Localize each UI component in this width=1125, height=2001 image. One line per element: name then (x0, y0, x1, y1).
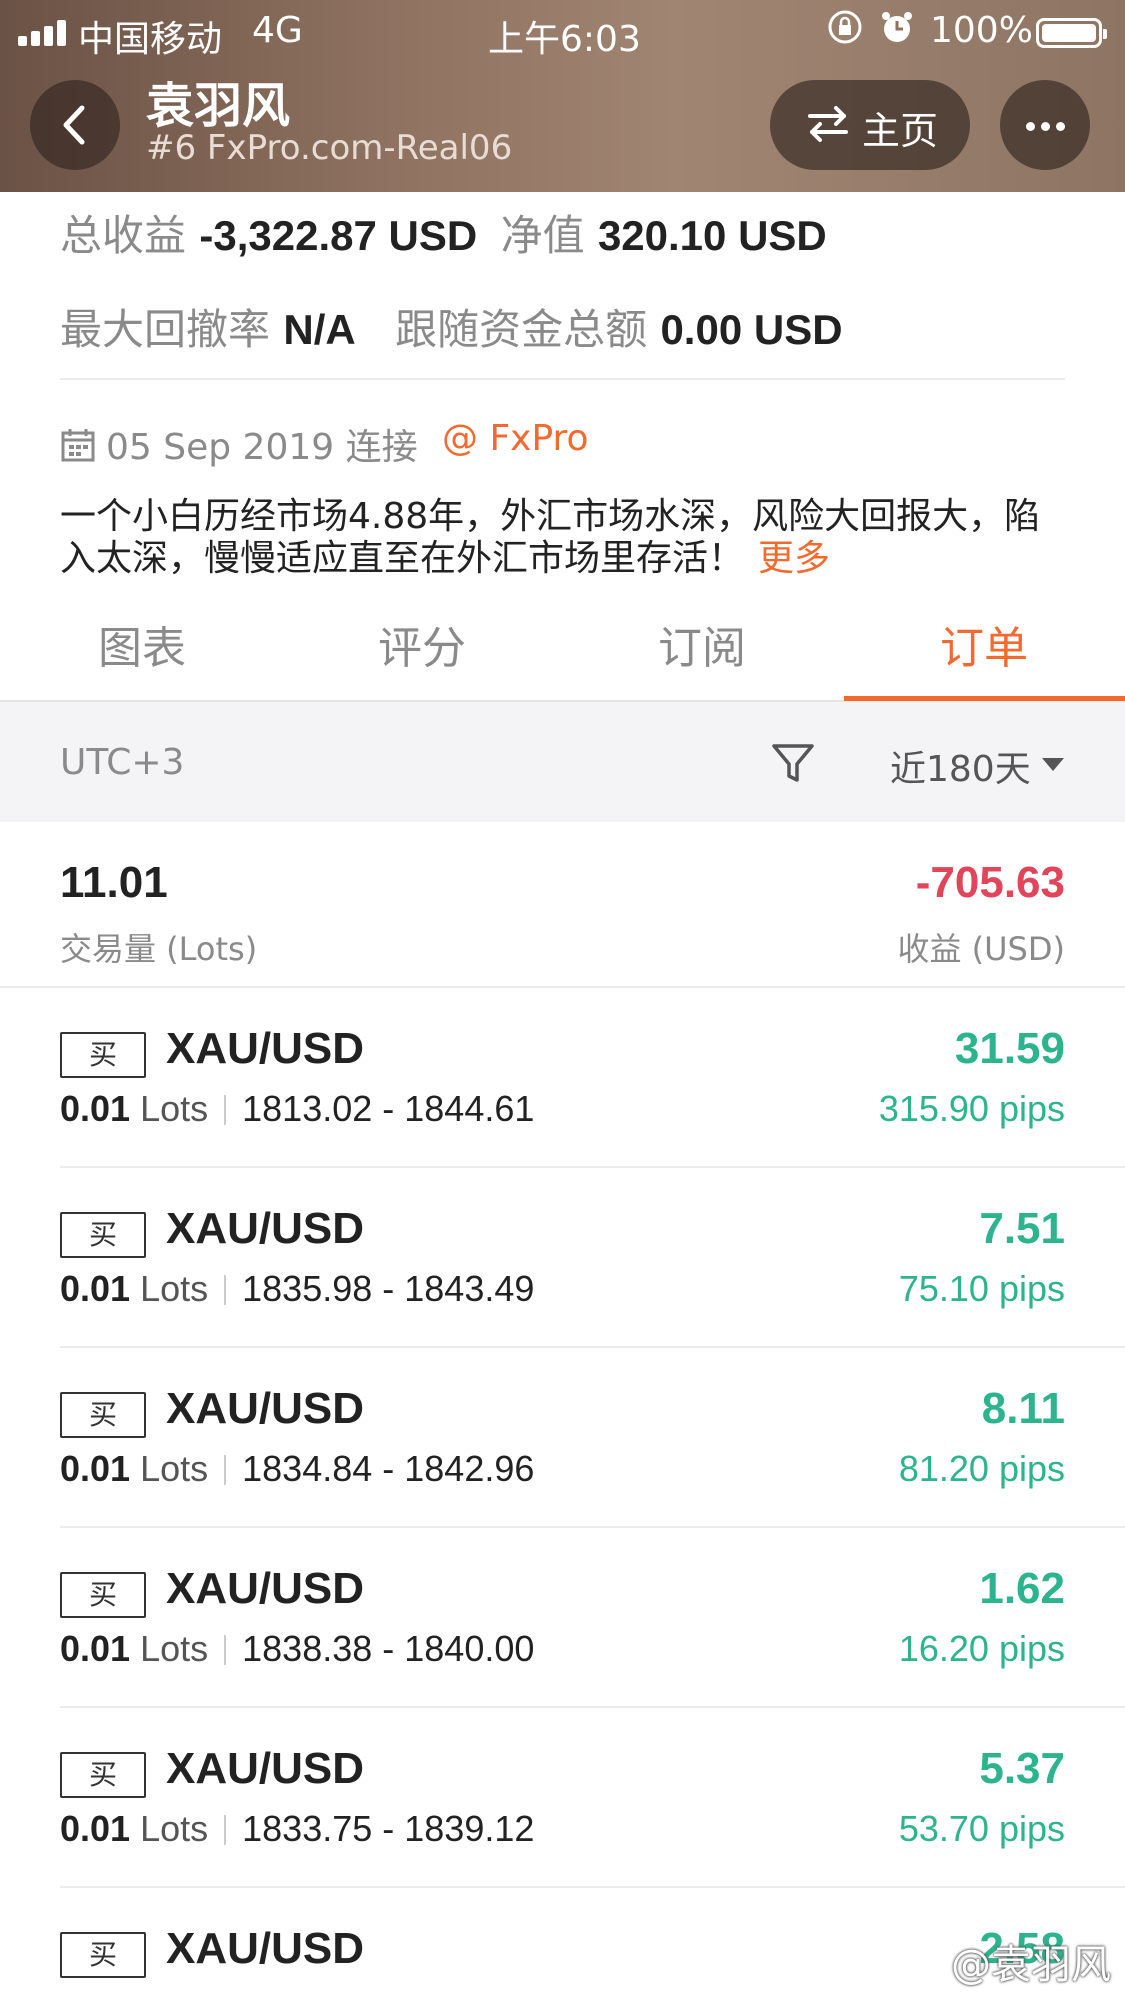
equity-value: 320.10 USD (597, 212, 827, 259)
price-range: 1835.98 - 1843.49 (242, 1268, 535, 1309)
period-select[interactable]: 近180天 (890, 740, 1031, 792)
order-lots: 0.01 (60, 1448, 131, 1489)
more-options-button[interactable] (1000, 80, 1090, 170)
battery-icon (1036, 18, 1107, 48)
header: 中国移动 4G 上午6:03 100% 袁羽风 #6 FxPro.com-Rea… (0, 0, 1125, 192)
order-symbol: XAU/USD (166, 1564, 365, 1613)
order-symbol: XAU/USD (166, 1204, 365, 1253)
calendar-icon (61, 429, 95, 462)
buy-badge: 买 (60, 1392, 146, 1438)
account-subtitle: #6 FxPro.com-Real06 (146, 128, 513, 168)
follower-funds-value: 0.00 USD (660, 306, 843, 353)
signal-icon (18, 20, 72, 46)
stats-row-2: 最大回撤率 N/A 跟随资金总额 0.00 USD (60, 296, 843, 357)
lots-unit: Lots (140, 1628, 209, 1669)
order-symbol: XAU/USD (166, 1924, 365, 1973)
order-row[interactable]: 买 XAU/USD 0.01 Lots 1838.38 - 1840.00 1.6… (0, 1528, 1125, 1708)
order-pips: 53.70 pips (898, 1808, 1065, 1849)
order-row[interactable]: 买 XAU/USD 0.01 Lots 1813.02 - 1844.61 31.… (0, 988, 1125, 1168)
connected-date-text: 05 Sep 2019 连接 (106, 427, 418, 468)
broker-link[interactable]: @ FxPro (442, 418, 589, 459)
battery-percent: 100% (930, 10, 1033, 51)
home-button-label: 主页 (862, 109, 939, 153)
tab-rating[interactable]: 评分 (322, 612, 522, 676)
connected-date: 05 Sep 2019 连接 (60, 418, 418, 470)
order-profit: 5.37 (979, 1744, 1065, 1793)
network-label: 4G (252, 10, 303, 51)
buy-badge: 买 (60, 1212, 146, 1258)
tab-chart[interactable]: 图表 (42, 612, 242, 676)
order-row[interactable]: 买 XAU/USD 0.01 Lots 1834.84 - 1842.96 8.1… (0, 1348, 1125, 1528)
order-profit: 8.11 (981, 1384, 1065, 1433)
trader-description: 一个小白历经市场4.88年，外汇市场水深，风险大回报大，陷入太深，慢慢适应直至在… (60, 496, 1070, 580)
max-drawdown-label: 最大回撤率 (60, 305, 271, 354)
tab-orders[interactable]: 订单 (884, 612, 1084, 676)
order-details: 0.01 Lots 1835.98 - 1843.49 (60, 1268, 534, 1310)
order-pips: 75.10 pips (898, 1268, 1065, 1309)
total-profit-label: 总收益 (60, 211, 187, 260)
buy-badge: 买 (60, 1032, 146, 1078)
order-lots: 0.01 (60, 1088, 131, 1129)
buy-badge: 买 (60, 1752, 146, 1798)
order-profit: 7.51 (979, 1204, 1065, 1253)
tab-subscription[interactable]: 订阅 (602, 612, 802, 676)
follower-funds-label: 跟随资金总额 (395, 305, 648, 354)
clock: 上午6:03 (488, 19, 641, 60)
profit-summary-label: 收益 (USD) (897, 930, 1065, 968)
chevron-down-icon[interactable] (1042, 758, 1064, 771)
order-row[interactable]: 买 XAU/USD 0.01 Lots 1835.98 - 1843.49 7.5… (0, 1168, 1125, 1348)
order-details: 0.01 Lots 1813.02 - 1844.61 (60, 1088, 534, 1130)
rotation-lock-icon (826, 8, 864, 55)
buy-badge: 买 (60, 1932, 146, 1978)
price-range: 1833.75 - 1839.12 (242, 1808, 535, 1849)
more-icon (1026, 122, 1035, 131)
alarm-icon (878, 8, 916, 55)
more-link[interactable]: 更多 (758, 538, 830, 579)
active-tab-indicator (844, 696, 1125, 701)
order-profit: 31.59 (954, 1024, 1065, 1073)
chevron-left-icon (63, 105, 85, 145)
carrier-label: 中国移动 (78, 19, 223, 60)
order-profit: 1.62 (979, 1564, 1065, 1613)
order-pips: 16.20 pips (898, 1628, 1065, 1669)
order-row[interactable]: 买 XAU/USD 0.01 Lots 1833.75 - 1839.12 5.3… (0, 1708, 1125, 1888)
divider (60, 378, 1065, 380)
total-lots-value: 11.01 (60, 858, 168, 907)
total-profit-value: -3,322.87 USD (199, 212, 478, 259)
order-pips: 315.90 pips (878, 1088, 1065, 1129)
buy-badge: 买 (60, 1572, 146, 1618)
home-button[interactable]: 主页 (770, 80, 970, 170)
stats-row-1: 总收益 -3,322.87 USD 净值 320.10 USD (60, 202, 827, 263)
equity-label: 净值 (500, 211, 585, 260)
total-lots-label: 交易量 (Lots) (60, 930, 258, 968)
back-button[interactable] (30, 80, 120, 170)
lots-unit: Lots (140, 1808, 209, 1849)
max-drawdown-value: N/A (283, 306, 356, 353)
watermark: @袁羽风 (951, 1942, 1111, 1988)
order-symbol: XAU/USD (166, 1384, 365, 1433)
order-pips: 81.20 pips (898, 1448, 1065, 1489)
swap-icon (808, 106, 848, 142)
filter-bar: UTC+3 近180天 (0, 702, 1125, 822)
order-symbol: XAU/USD (166, 1024, 365, 1073)
lots-unit: Lots (140, 1088, 209, 1129)
order-details: 0.01 Lots 1833.75 - 1839.12 (60, 1808, 534, 1850)
status-bar: 中国移动 4G 上午6:03 100% (0, 0, 1125, 62)
filter-icon[interactable] (770, 740, 816, 786)
total-profit-summary: -705.63 (915, 858, 1065, 907)
order-details: 0.01 Lots 1838.38 - 1840.00 (60, 1628, 534, 1670)
lots-unit: Lots (140, 1268, 209, 1309)
price-range: 1813.02 - 1844.61 (242, 1088, 535, 1129)
order-lots: 0.01 (60, 1268, 131, 1309)
order-lots: 0.01 (60, 1628, 131, 1669)
description-text: 一个小白历经市场4.88年，外汇市场水深，风险大回报大，陷入太深，慢慢适应直至在… (60, 496, 1041, 579)
order-symbol: XAU/USD (166, 1744, 365, 1793)
price-range: 1838.38 - 1840.00 (242, 1628, 535, 1669)
timezone-label: UTC+3 (60, 742, 185, 783)
order-details: 0.01 Lots 1834.84 - 1842.96 (60, 1448, 534, 1490)
price-range: 1834.84 - 1842.96 (242, 1448, 535, 1489)
page-title: 袁羽风 (146, 78, 291, 134)
order-lots: 0.01 (60, 1808, 131, 1849)
lots-unit: Lots (140, 1448, 209, 1489)
